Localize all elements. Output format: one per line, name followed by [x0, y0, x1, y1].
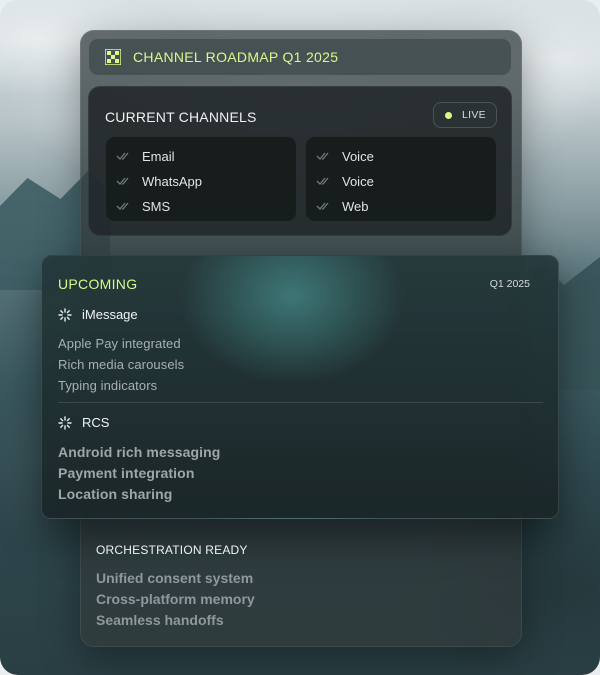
section-rcs: RCS [58, 415, 109, 430]
double-check-icon [116, 175, 132, 187]
double-check-icon [116, 150, 132, 162]
channel-name: SMS [142, 198, 171, 214]
checkerboard-icon [105, 49, 121, 65]
feature-item: Location sharing [58, 486, 173, 502]
orchestration-feature: Unified consent system [96, 570, 254, 586]
section-name: RCS [82, 415, 110, 430]
upcoming-quarter: Q1 2025 [489, 278, 530, 290]
upcoming-title: UPCOMING [58, 276, 138, 292]
double-check-icon [116, 200, 132, 212]
current-channels-label: CURRENT CHANNELS [105, 109, 257, 125]
channel-column-2: Voice Voice Web [305, 136, 497, 222]
double-check-icon [316, 150, 332, 162]
channel-item: Voice [316, 172, 374, 190]
orchestration-feature: Cross-platform memory [96, 591, 255, 607]
feature-item: Typing indicators [58, 378, 158, 393]
section-imessage: iMessage [58, 307, 138, 322]
loading-spinner-icon [58, 307, 72, 322]
channel-item: WhatsApp [116, 172, 202, 190]
channel-name: Voice [342, 148, 374, 164]
channel-item: Email [116, 147, 175, 165]
channel-item: SMS [116, 197, 170, 215]
section-divider [58, 402, 543, 403]
feature-item: Android rich messaging [58, 444, 221, 460]
channel-column-1: Email WhatsApp SMS [105, 136, 297, 222]
section-name: iMessage [82, 307, 138, 322]
roadmap-header: CHANNEL ROADMAP Q1 2025 [88, 38, 512, 76]
channel-item: Voice [316, 147, 374, 165]
upcoming-card: UPCOMING Q1 2025 iMessage Apple Pay inte… [41, 255, 559, 519]
feature-item: Apple Pay integrated [58, 336, 181, 351]
channel-name: Voice [342, 173, 374, 189]
double-check-icon [316, 175, 332, 187]
live-dot-icon [445, 111, 452, 119]
roadmap-title: CHANNEL ROADMAP Q1 2025 [133, 49, 339, 65]
feature-item: Rich media carousels [58, 357, 185, 372]
feature-item: Payment integration [58, 465, 195, 481]
current-channels-card: CURRENT CHANNELS LIVE Email WhatsApp SMS [88, 86, 512, 236]
live-status-text: LIVE [462, 109, 486, 121]
channel-name: WhatsApp [142, 173, 202, 189]
loading-spinner-icon [58, 415, 72, 430]
double-check-icon [316, 200, 332, 212]
channel-name: Web [342, 198, 369, 214]
channel-name: Email [142, 148, 175, 164]
live-status-badge: LIVE [433, 102, 497, 128]
orchestration-feature: Seamless handoffs [96, 612, 224, 628]
channel-item: Web [316, 197, 369, 215]
orchestration-title: ORCHESTRATION READY [96, 543, 248, 557]
